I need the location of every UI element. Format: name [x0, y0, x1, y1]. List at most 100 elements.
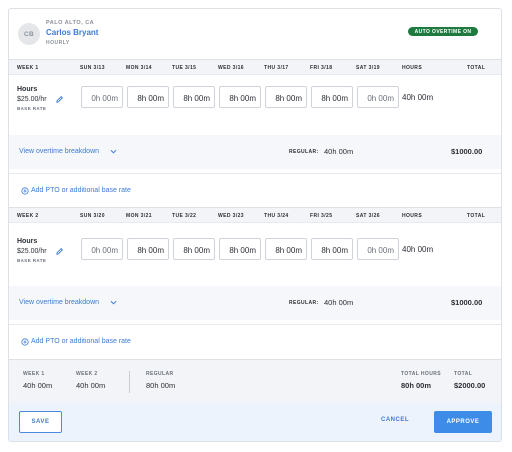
view-overtime-link[interactable]: View overtime breakdown [19, 148, 99, 155]
regular-label: REGULAR: [289, 300, 319, 306]
add-pto-link[interactable]: Add PTO or additional base rate [31, 187, 131, 194]
hours-input-fri[interactable]: 8h 00m [311, 86, 353, 108]
week-1-header: WEEK 1 SUN 3/13 MON 3/14 TUE 3/15 WED 3/… [9, 59, 501, 75]
hours-value: 0h 00m [91, 94, 118, 103]
add-pto-row: Add PTO or additional base rate [9, 173, 501, 207]
auto-overtime-badge: AUTO OVERTIME ON [408, 27, 478, 36]
hours-input-mon[interactable]: 8h 00m [127, 238, 169, 260]
base-rate-label: BASE RATE [17, 258, 47, 263]
grand-total-value: $2000.00 [454, 381, 486, 390]
total-hours-label: TOTAL HOURS [401, 371, 441, 377]
day-header: SAT 3/19 [356, 65, 380, 71]
total-header: TOTAL [467, 65, 486, 71]
day-header: MON 3/21 [126, 213, 152, 219]
week-1-summary: View overtime breakdown REGULAR: 40h 00m… [9, 135, 501, 169]
day-header: TUE 3/15 [172, 65, 197, 71]
day-header: SUN 3/20 [80, 213, 105, 219]
hours-input-wed[interactable]: 8h 00m [219, 238, 261, 260]
regular-value: 40h 00m [324, 147, 354, 156]
row-title: Hours [17, 238, 38, 245]
add-circle-icon[interactable] [21, 338, 29, 346]
row-hours-total: 40h 00m [402, 93, 434, 102]
hours-value: 0h 00m [91, 246, 118, 255]
week-label: WEEK 1 [17, 65, 39, 71]
day-header: TUE 3/22 [172, 213, 197, 219]
week-amount: $1000.00 [451, 147, 483, 156]
hours-value: 8h 00m [275, 246, 302, 255]
edit-pencil-icon[interactable] [55, 247, 64, 256]
base-rate-value: $25.00/hr [17, 96, 47, 103]
day-header: THU 3/17 [264, 65, 289, 71]
totals-bar: WEEK 1 40h 00m WEEK 2 40h 00m REGULAR 80… [9, 359, 501, 403]
hours-value: 8h 00m [229, 94, 256, 103]
hours-input-wed[interactable]: 8h 00m [219, 86, 261, 108]
approve-button[interactable]: APPROVE [434, 411, 492, 433]
hours-value: 8h 00m [321, 94, 348, 103]
hours-input-fri[interactable]: 8h 00m [311, 238, 353, 260]
regular-total-value: 80h 00m [146, 381, 176, 390]
day-header: WED 3/23 [218, 213, 244, 219]
week-amount: $1000.00 [451, 298, 483, 307]
pay-type: HOURLY [46, 40, 70, 46]
grand-total-label: TOTAL [454, 371, 473, 377]
hours-value: 8h 00m [275, 94, 302, 103]
regular-value: 40h 00m [324, 298, 354, 307]
employee-header: CB PALO ALTO, CA Carlos Bryant HOURLY AU… [9, 9, 501, 55]
action-footer: SAVE CANCEL APPROVE [9, 403, 501, 441]
hours-value: 8h 00m [137, 246, 164, 255]
hours-header: HOURS [402, 213, 423, 219]
regular-label: REGULAR: [289, 149, 319, 155]
hours-input-sun[interactable]: 0h 00m [81, 86, 123, 108]
base-rate-value: $25.00/hr [17, 248, 47, 255]
add-pto-link[interactable]: Add PTO or additional base rate [31, 338, 131, 345]
hours-input-sat[interactable]: 0h 00m [357, 238, 399, 260]
total-hours-value: 80h 00m [401, 381, 432, 390]
day-header: THU 3/24 [264, 213, 289, 219]
hours-input-sun[interactable]: 0h 00m [81, 238, 123, 260]
hours-value: 0h 00m [367, 246, 394, 255]
day-header: SAT 3/26 [356, 213, 380, 219]
hours-value: 0h 00m [367, 94, 394, 103]
day-header: SUN 3/13 [80, 65, 105, 71]
base-rate-label: BASE RATE [17, 106, 47, 111]
employee-name[interactable]: Carlos Bryant [46, 28, 98, 37]
add-pto-row: Add PTO or additional base rate [9, 324, 501, 358]
add-circle-icon[interactable] [21, 187, 29, 195]
day-header: FRI 3/18 [310, 65, 333, 71]
hours-input-tue[interactable]: 8h 00m [173, 238, 215, 260]
week-2-total-label: WEEK 2 [76, 371, 98, 377]
hours-header: HOURS [402, 65, 423, 71]
regular-total-label: REGULAR [146, 371, 174, 377]
hours-input-tue[interactable]: 8h 00m [173, 86, 215, 108]
cancel-button[interactable]: CANCEL [381, 417, 409, 423]
chevron-down-icon[interactable] [110, 149, 117, 154]
hours-value: 8h 00m [183, 246, 210, 255]
hours-input-mon[interactable]: 8h 00m [127, 86, 169, 108]
view-overtime-link[interactable]: View overtime breakdown [19, 299, 99, 306]
hours-value: 8h 00m [321, 246, 348, 255]
total-header: TOTAL [467, 213, 486, 219]
hours-input-thu[interactable]: 8h 00m [265, 238, 307, 260]
hours-value: 8h 00m [137, 94, 164, 103]
day-header: FRI 3/25 [310, 213, 333, 219]
day-header: MON 3/14 [126, 65, 152, 71]
hours-input-thu[interactable]: 8h 00m [265, 86, 307, 108]
avatar: CB [18, 23, 40, 45]
row-title: Hours [17, 86, 38, 93]
hours-input-sat[interactable]: 0h 00m [357, 86, 399, 108]
row-hours-total: 40h 00m [402, 245, 434, 254]
save-button[interactable]: SAVE [19, 411, 62, 433]
hours-value: 8h 00m [183, 94, 210, 103]
week-2-header: WEEK 2 SUN 3/20 MON 3/21 TUE 3/22 WED 3/… [9, 207, 501, 223]
chevron-down-icon[interactable] [110, 300, 117, 305]
hours-value: 8h 00m [229, 246, 256, 255]
divider [129, 371, 130, 393]
timesheet-card: CB PALO ALTO, CA Carlos Bryant HOURLY AU… [8, 8, 502, 442]
week-1-total-value: 40h 00m [23, 381, 53, 390]
edit-pencil-icon[interactable] [55, 95, 64, 104]
week-label: WEEK 2 [17, 213, 39, 219]
week-2-total-value: 40h 00m [76, 381, 106, 390]
employee-location: PALO ALTO, CA [46, 20, 95, 26]
day-header: WED 3/16 [218, 65, 244, 71]
week-2-summary: View overtime breakdown REGULAR: 40h 00m… [9, 286, 501, 320]
